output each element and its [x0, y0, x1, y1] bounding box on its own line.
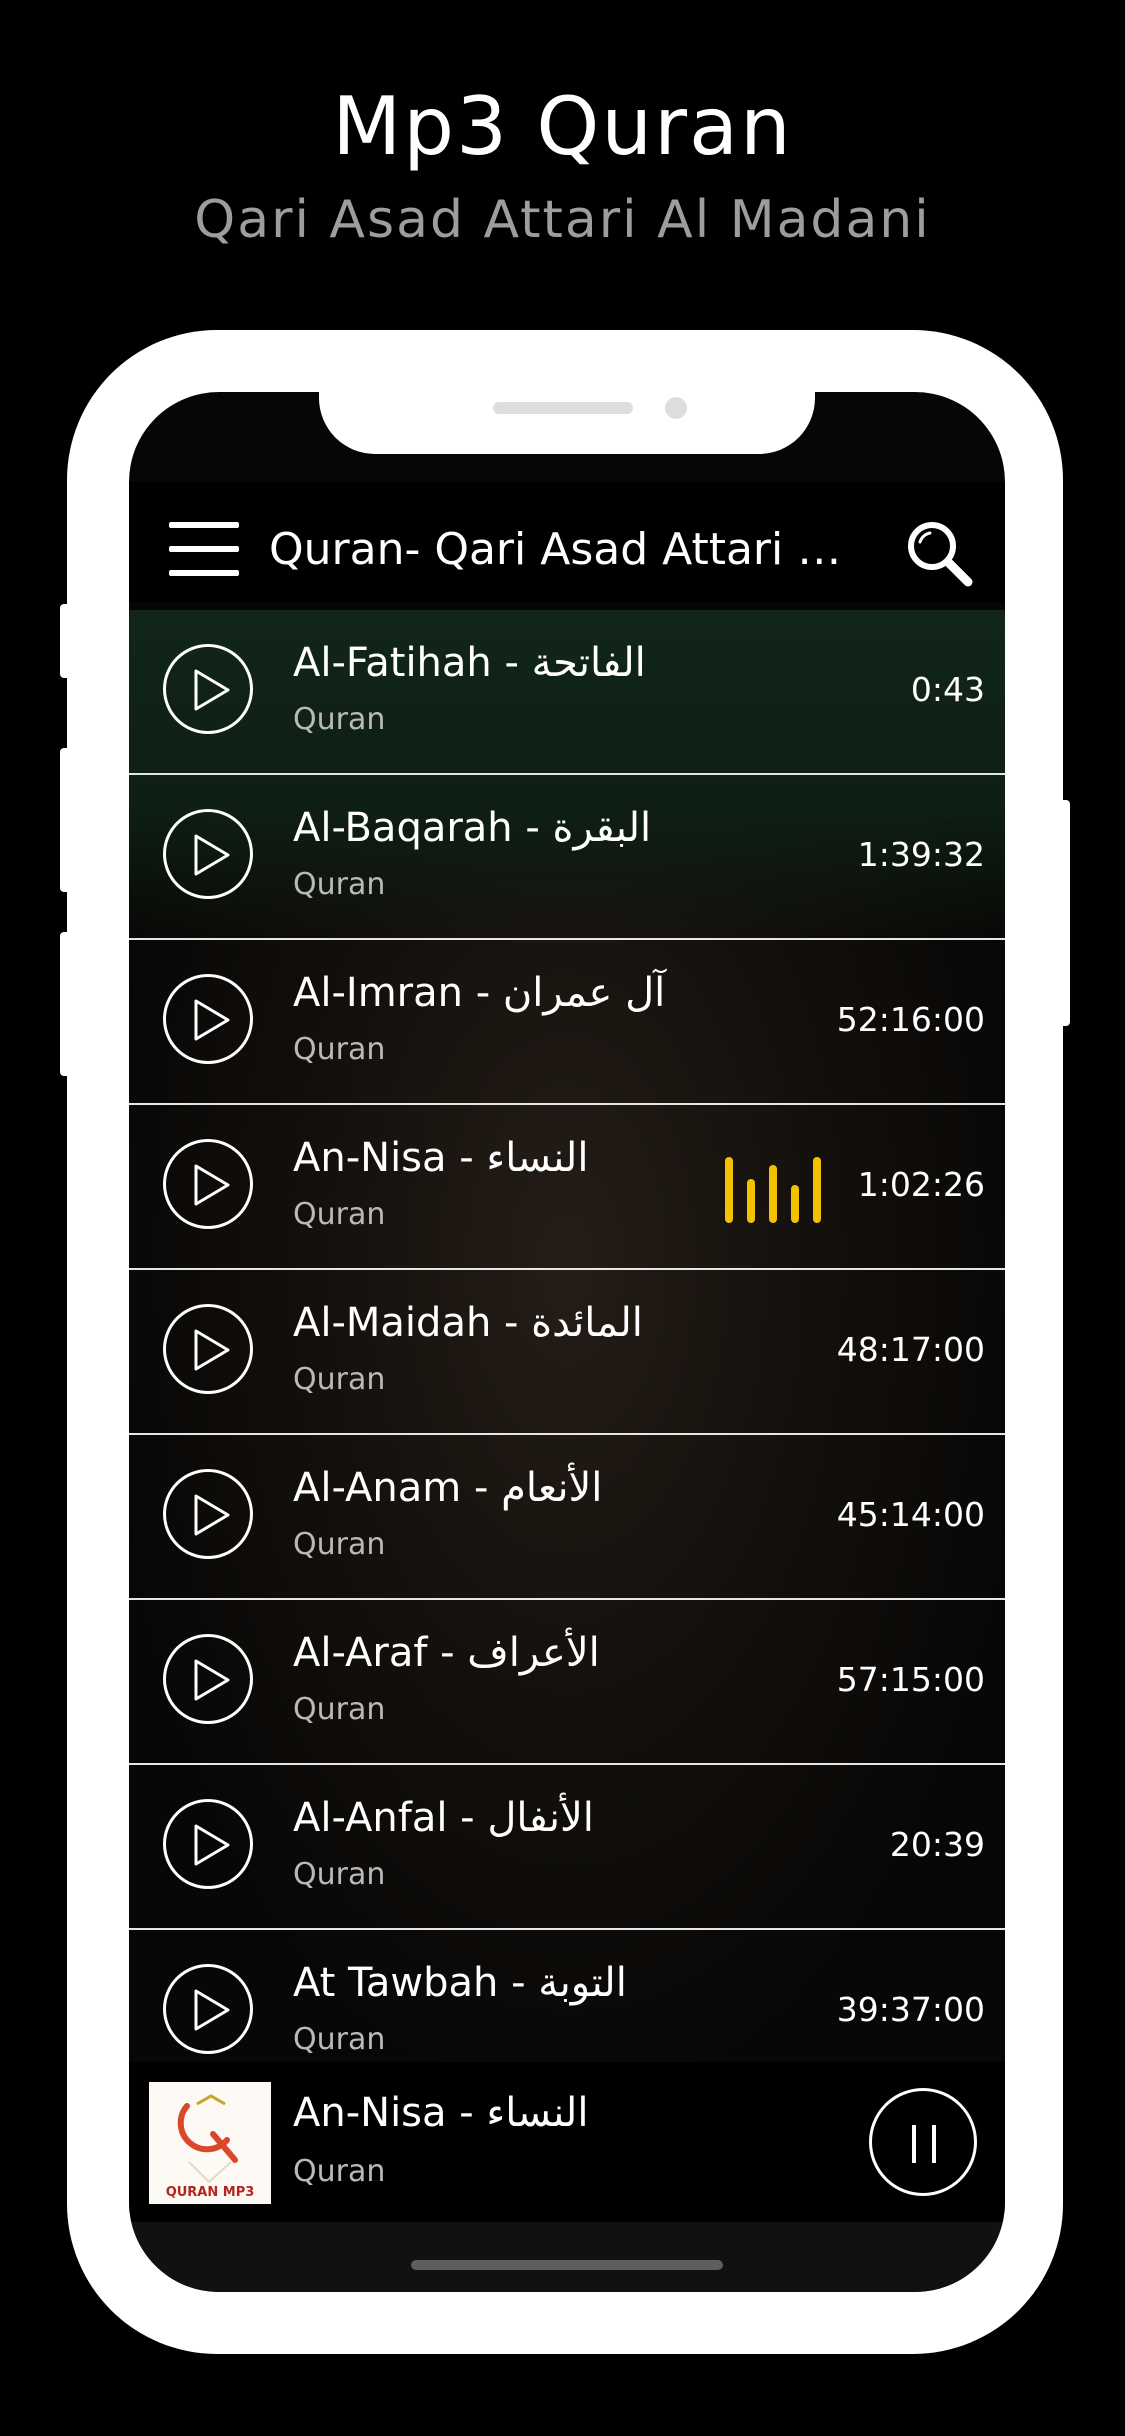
bottom-safe-area — [129, 2222, 1005, 2292]
track-title: Al-Anam - الأنعام — [293, 1465, 603, 1511]
track-row-at-tawbah[interactable]: At Tawbah - التوبة Quran 39:37:00 — [129, 1930, 1005, 2062]
home-indicator[interactable] — [411, 2260, 723, 2270]
equalizer-playing-icon — [725, 1153, 825, 1223]
album-art: QURAN MP3 — [149, 2082, 271, 2204]
app-title: Quran- Qari Asad Attari Al... — [269, 524, 869, 575]
promo-title: Mp3 Quran — [332, 80, 793, 173]
play-icon[interactable] — [163, 1799, 253, 1889]
phone-screen: Quran- Qari Asad Attari Al... Al-Fatihah… — [129, 392, 1005, 2292]
track-duration: 48:17:00 — [836, 1330, 985, 1369]
play-icon[interactable] — [163, 1469, 253, 1559]
speaker-grille — [493, 402, 633, 414]
track-subtitle: Quran — [293, 1032, 386, 1067]
track-duration: 45:14:00 — [836, 1495, 985, 1534]
track-row-al-anam[interactable]: Al-Anam - الأنعام Quran 45:14:00 — [129, 1435, 1005, 1600]
play-icon[interactable] — [163, 809, 253, 899]
hamburger-menu-icon[interactable] — [169, 522, 239, 576]
track-duration: 1:02:26 — [857, 1165, 985, 1204]
track-title: Al-Maidah - المائدة — [293, 1300, 643, 1346]
track-row-al-araf[interactable]: Al-Araf - الأعراف Quran 57:15:00 — [129, 1600, 1005, 1765]
track-title: Al-Baqarah - البقرة — [293, 805, 652, 851]
phone-notch — [319, 392, 815, 454]
track-row-al-maidah[interactable]: Al-Maidah - المائدة Quran 48:17:00 — [129, 1270, 1005, 1435]
track-duration: 20:39 — [889, 1825, 985, 1864]
track-duration: 52:16:00 — [836, 1000, 985, 1039]
track-row-al-fatihah[interactable]: Al-Fatihah - الفاتحة Quran 0:43 — [129, 610, 1005, 775]
track-row-al-baqarah[interactable]: Al-Baqarah - البقرة Quran 1:39:32 — [129, 775, 1005, 940]
play-icon[interactable] — [163, 1304, 253, 1394]
track-title: Al-Araf - الأعراف — [293, 1630, 600, 1676]
track-title: An-Nisa - النساء — [293, 1135, 589, 1181]
track-duration: 39:37:00 — [836, 1990, 985, 2029]
track-subtitle: Quran — [293, 1197, 386, 1232]
track-subtitle: Quran — [293, 1527, 386, 1562]
play-icon[interactable] — [163, 644, 253, 734]
album-art-logo-text: QURAN MP3 — [166, 2185, 255, 2200]
now-playing-bar[interactable]: QURAN MP3 An-Nisa - النساء Quran — [129, 2062, 1005, 2222]
track-row-al-imran[interactable]: Al-Imran - آل عمران Quran 52:16:00 — [129, 940, 1005, 1105]
track-subtitle: Quran — [293, 1362, 386, 1397]
track-subtitle: Quran — [293, 2022, 386, 2057]
track-title: Al-Imran - آل عمران — [293, 970, 666, 1016]
pause-icon[interactable] — [869, 2088, 977, 2196]
search-icon[interactable] — [904, 518, 974, 588]
promo-subtitle: Qari Asad Attari Al Madani — [194, 190, 931, 250]
play-icon[interactable] — [163, 1139, 253, 1229]
now-playing-title: An-Nisa - النساء — [293, 2090, 589, 2136]
play-icon[interactable] — [163, 1964, 253, 2054]
now-playing-subtitle: Quran — [293, 2154, 386, 2189]
track-title: At Tawbah - التوبة — [293, 1960, 627, 2006]
play-icon[interactable] — [163, 974, 253, 1064]
track-subtitle: Quran — [293, 1692, 386, 1727]
track-duration: 57:15:00 — [836, 1660, 985, 1699]
track-title: Al-Fatihah - الفاتحة — [293, 640, 646, 686]
track-duration: 0:43 — [910, 670, 985, 709]
track-title: Al-Anfal - الأنفال — [293, 1795, 594, 1841]
play-icon[interactable] — [163, 1634, 253, 1724]
track-row-al-anfal[interactable]: Al-Anfal - الأنفال Quran 20:39 — [129, 1765, 1005, 1930]
track-list[interactable]: Al-Fatihah - الفاتحة Quran 0:43 Al-Baqar… — [129, 610, 1005, 2062]
track-subtitle: Quran — [293, 702, 386, 737]
track-row-an-nisa[interactable]: An-Nisa - النساء Quran 1:02:26 — [129, 1105, 1005, 1270]
track-duration: 1:39:32 — [857, 835, 985, 874]
track-subtitle: Quran — [293, 867, 386, 902]
front-camera-icon — [665, 397, 687, 419]
track-subtitle: Quran — [293, 1857, 386, 1892]
app-bar: Quran- Qari Asad Attari Al... — [129, 482, 1005, 602]
